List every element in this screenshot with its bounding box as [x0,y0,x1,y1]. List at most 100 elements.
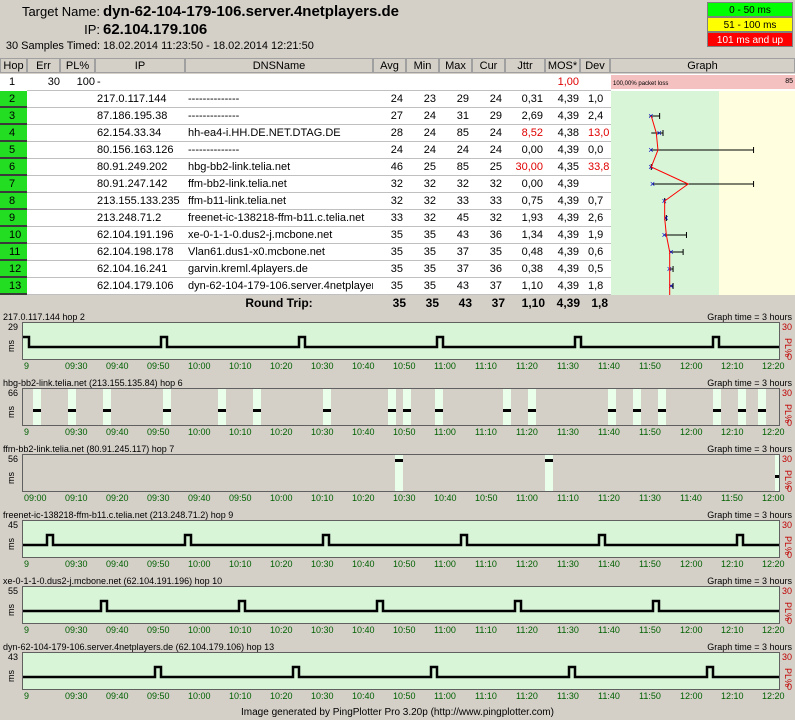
time-tick: 11:50 [639,559,661,569]
time-tick: 12:00 [680,427,703,437]
hop-number: 11 [0,244,27,261]
graph-zone-yellow [719,91,795,295]
cell-avg: 35 [390,280,403,292]
time-tick: 10:50 [393,691,416,701]
cell-max: 37 [456,246,469,258]
col-header-jttr[interactable]: Jttr [505,58,545,73]
panel-graph-time[interactable]: Graph time = 3 hours [707,642,792,652]
time-tick: 11:40 [598,427,620,437]
cell-ip: 217.0.117.144 [97,93,167,105]
cell-dns: hh-ea4-i.HH.DE.NET.DTAG.DE [188,127,341,139]
cell-mos: 4,39 [557,263,579,275]
cell-ip: - [97,76,101,88]
cell-jttr: 2,69 [521,110,543,122]
time-tick: 12:10 [721,625,744,635]
panel-max-ms: 55 [8,586,19,596]
panel-graph-time[interactable]: Graph time = 3 hours [707,444,792,454]
timeline-plot[interactable] [22,586,785,624]
cell-avg: 35 [390,246,403,258]
cell-min: 35 [423,280,436,292]
time-tick: 11:30 [557,559,579,569]
time-tick: 10:00 [188,625,211,635]
timeline-plot[interactable] [22,322,785,360]
cell-dns: garvin.kreml.4players.de [188,263,308,275]
time-tick: 09:30 [65,691,88,701]
col-header-dev[interactable]: Dev [580,58,610,73]
cell-jttr: 0,00 [521,144,543,156]
time-tick: 10:00 [188,361,211,371]
cell-jttr: 1,10 [521,280,543,292]
graph-scale-max: 85 [785,78,793,85]
panel-pl-max: 30 [781,454,792,464]
panel-pl-min: 0 [786,484,792,494]
cell-max: 37 [456,263,469,275]
col-header-pl[interactable]: PL% [60,58,95,73]
col-header-cur[interactable]: Cur [472,58,505,73]
panel-graph-time[interactable]: Graph time = 3 hours [707,510,792,520]
time-tick: 9 [24,559,30,569]
col-header-ip[interactable]: IP [95,58,185,73]
legend-yellow: 51 - 100 ms [707,17,793,32]
time-tick: 10:00 [188,691,211,701]
cell-dns: ffm-b11-link.telia.net [188,195,287,207]
panel-ms-unit: ms [6,670,16,682]
cell-avg: 28 [390,127,403,139]
cell-jttr: 30,00 [515,161,543,173]
time-tick: 12:20 [762,691,785,701]
time-tick: 12:10 [721,559,744,569]
col-header-min[interactable]: Min [406,58,439,73]
time-tick: 11:40 [598,691,620,701]
cell-ip: 213.248.71.2 [97,212,162,224]
cell-avg: 33 [390,212,403,224]
col-header-hop[interactable]: Hop [0,58,27,73]
time-tick: 10:10 [229,361,252,371]
timeline-plot[interactable] [22,520,785,558]
col-header-avg[interactable]: Avg [373,58,406,73]
timeline-plot[interactable] [22,652,785,690]
time-tick: 10:10 [229,691,252,701]
trace-header: Target Name: dyn-62-104-179-106.server.4… [0,0,795,56]
col-header-mos[interactable]: MOS* [545,58,580,73]
cell-avg: 24 [390,144,403,156]
cell-dns: -------------- [188,93,240,105]
time-tick: 9 [24,427,30,437]
time-tick: 10:10 [311,493,334,503]
cell-jttr: 0,48 [521,246,543,258]
time-tick: 11:00 [434,427,456,437]
cell-dns: dyn-62-104-179-106.server.4netplayers.de [188,280,373,292]
time-tick: 10:50 [475,493,498,503]
time-tick: 09:50 [147,427,170,437]
panel-title: ffm-bb2-link.telia.net (80.91.245.117) h… [3,444,175,454]
cell-max: 24 [456,144,469,156]
cell-mos: 1,00 [557,76,579,88]
cell-cur: 24 [489,93,502,105]
time-tick: 11:50 [639,691,661,701]
timeline-panel: xe-0-1-1-0.dus2-j.mcbone.net (62.104.191… [0,576,795,640]
panel-graph-time[interactable]: Graph time = 3 hours [707,312,792,322]
panel-max-ms: 56 [8,454,19,464]
time-tick: 09:50 [147,691,170,701]
col-header-dnsname[interactable]: DNSName [185,58,373,73]
cell-mos: 4,39 [557,246,579,258]
timeline-plot[interactable] [22,388,780,426]
cell-mos: 4,39 [557,93,579,105]
panel-graph-time[interactable]: Graph time = 3 hours [707,576,792,586]
col-header-err[interactable]: Err [27,58,60,73]
cell-mos: 4,39 [557,110,579,122]
time-tick: 11:50 [639,625,661,635]
panel-ms-unit: ms [6,538,16,550]
cell-dns: ffm-bb2-link.telia.net [188,178,287,190]
panel-graph-time[interactable]: Graph time = 3 hours [707,378,792,388]
time-tick: 11:40 [598,559,620,569]
time-tick: 10:30 [311,691,334,701]
cell-ip: 80.91.247.142 [97,178,168,190]
col-header-graph[interactable]: Graph [610,58,795,73]
panel-max-ms: 43 [8,652,19,662]
col-header-max[interactable]: Max [439,58,472,73]
time-tick: 10:10 [229,427,252,437]
time-tick: 11:10 [475,427,497,437]
timeline-plot[interactable] [22,454,783,492]
cell-dns: -------------- [188,144,240,156]
graph-cur-mark: × [650,179,655,189]
time-tick: 09:50 [147,361,170,371]
